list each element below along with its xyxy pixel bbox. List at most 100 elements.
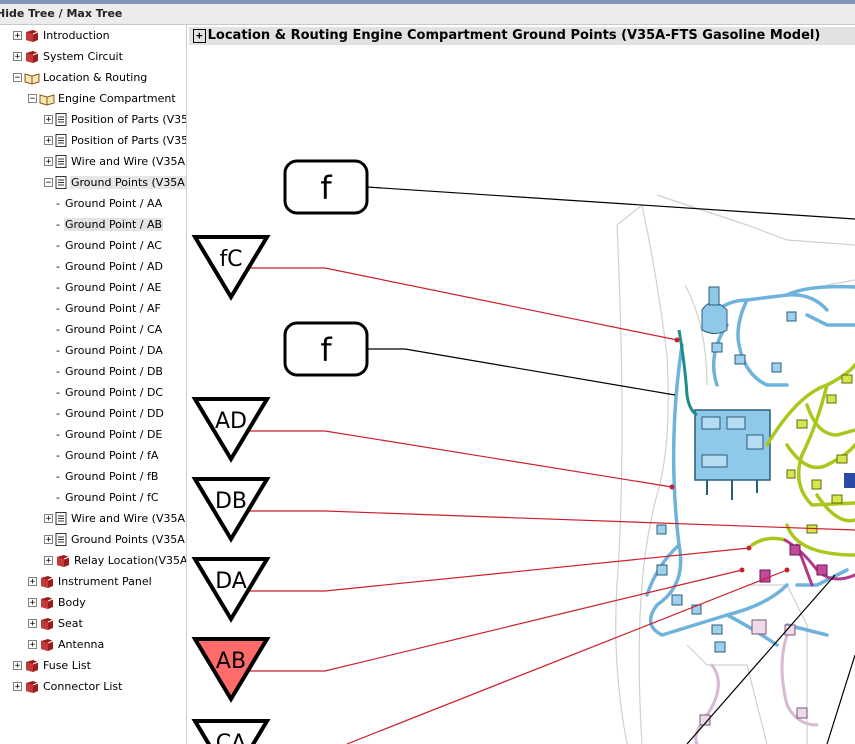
collapse-icon[interactable]: −	[44, 178, 53, 188]
tree-dash: -	[56, 491, 60, 504]
expand-icon[interactable]: +	[44, 535, 53, 545]
label-text: f	[320, 331, 332, 369]
tree-item-antenna[interactable]: + Antenna	[28, 634, 105, 655]
label-text: AD	[215, 409, 247, 434]
expand-icon[interactable]: +	[13, 31, 22, 41]
expand-icon[interactable]: +	[44, 556, 53, 566]
book-closed-icon	[41, 596, 54, 609]
tree-item-ground-points-1[interactable]: − Ground Points (V35A	[44, 172, 186, 193]
tree-item-position-parts-2[interactable]: + Position of Parts (V35	[44, 130, 187, 151]
label-fc: fC	[191, 235, 271, 301]
tree-item-ground-point-fc[interactable]: - Ground Point / fC	[56, 487, 160, 508]
label-text: AB	[216, 649, 246, 674]
tree-toggle-bar[interactable]: Hide Tree / Max Tree	[0, 4, 855, 25]
tree-item-ground-point-dd[interactable]: - Ground Point / DD	[56, 403, 165, 424]
label-db: DB	[191, 477, 271, 543]
tree-item-ground-point-aa[interactable]: - Ground Point / AA	[56, 193, 163, 214]
tree-item-position-parts-1[interactable]: + Position of Parts (V35	[44, 109, 186, 130]
tree-item-ground-point-fb[interactable]: - Ground Point / fB	[56, 466, 159, 487]
book-open-icon	[39, 93, 55, 106]
book-closed-icon	[26, 50, 39, 63]
tree-item-introduction[interactable]: + Introduction	[13, 25, 111, 46]
tree-dash: -	[56, 281, 60, 294]
tree-item-ground-point-ac[interactable]: - Ground Point / AC	[56, 235, 163, 256]
tree-item-engine-compartment[interactable]: − Engine Compartment	[28, 88, 177, 109]
label-text: DA	[215, 569, 247, 594]
label-ca: CA	[191, 719, 271, 744]
tree-item-fuse-list[interactable]: + Fuse List	[13, 655, 92, 676]
document-icon	[55, 134, 67, 147]
document-icon	[55, 533, 67, 546]
junction-box	[694, 409, 771, 500]
tree-label: Ground Point / DE	[64, 428, 163, 441]
tree-label: Instrument Panel	[58, 575, 152, 588]
tree-item-connector-list[interactable]: + Connector List	[13, 676, 123, 697]
tree-item-location-routing[interactable]: − Location & Routing	[13, 67, 148, 88]
tree-item-ground-point-ca[interactable]: - Ground Point / CA	[56, 319, 163, 340]
tree-item-ground-point-ab[interactable]: - Ground Point / AB	[56, 214, 164, 235]
tree-item-ground-point-da[interactable]: - Ground Point / DA	[56, 340, 164, 361]
tree-dash: -	[56, 239, 60, 252]
tree-dash: -	[56, 428, 60, 441]
navigation-tree[interactable]: + Introduction + System Circuit − Locati…	[0, 25, 187, 744]
tree-dash: -	[56, 407, 60, 420]
label-text: fC	[219, 247, 242, 272]
expand-icon[interactable]: +	[44, 157, 53, 167]
tree-label: Ground Point / AF	[64, 302, 161, 315]
expand-icon[interactable]: +	[28, 598, 37, 608]
label-text: CA	[216, 731, 246, 744]
tree-label: Engine Compartment	[58, 92, 176, 105]
expand-icon[interactable]: +	[44, 115, 53, 125]
collapse-icon[interactable]: −	[13, 73, 22, 83]
tree-item-system-circuit[interactable]: + System Circuit	[13, 46, 124, 67]
tree-item-instrument-panel[interactable]: + Instrument Panel	[28, 571, 153, 592]
tree-item-ground-point-dc[interactable]: - Ground Point / DC	[56, 382, 164, 403]
tree-label: Fuse List	[43, 659, 91, 672]
engine-connectors	[786, 374, 853, 534]
expand-icon[interactable]: +	[13, 661, 22, 671]
expand-icon[interactable]: +	[28, 577, 37, 587]
expand-icon[interactable]: +	[28, 619, 37, 629]
tree-label: Ground Point / AB	[63, 218, 164, 231]
hide-max-tree-link[interactable]: Hide Tree / Max Tree	[0, 7, 122, 20]
tree-item-ground-point-de[interactable]: - Ground Point / DE	[56, 424, 163, 445]
tree-label: Ground Point / fC	[64, 491, 159, 504]
tree-label: Ground Point / DC	[64, 386, 164, 399]
collapse-icon[interactable]: −	[28, 94, 37, 104]
tree-label: Connector List	[43, 680, 123, 693]
tree-item-relay-location[interactable]: + Relay Location(V35A	[44, 550, 186, 571]
label-da: DA	[191, 557, 271, 623]
tree-item-ground-point-fa[interactable]: - Ground Point / fA	[56, 445, 159, 466]
tree-dash: -	[56, 386, 60, 399]
tree-label: Position of Parts (V35	[71, 134, 187, 147]
expand-icon[interactable]: +	[44, 136, 53, 146]
tree-item-wire-and-wire-1[interactable]: + Wire and Wire (V35A	[44, 151, 186, 172]
tree-item-seat[interactable]: + Seat	[28, 613, 84, 634]
tree-dash: -	[56, 449, 60, 462]
expand-icon[interactable]: +	[13, 52, 22, 62]
tree-label: Ground Point / DB	[64, 365, 163, 378]
tree-label: Ground Points (V35A	[71, 533, 185, 546]
tree-item-ground-point-af[interactable]: - Ground Point / AF	[56, 298, 162, 319]
tree-item-ground-points-2[interactable]: + Ground Points (V35A	[44, 529, 186, 550]
tree-dash: -	[56, 365, 60, 378]
book-closed-icon	[26, 29, 39, 42]
book-closed-icon	[41, 575, 54, 588]
tree-item-wire-and-wire-2[interactable]: + Wire and Wire (V35A	[44, 508, 186, 529]
expand-button[interactable]: +	[193, 29, 206, 43]
label-f-mid: f	[283, 321, 369, 377]
label-ad: AD	[191, 397, 271, 463]
tree-item-ground-point-ae[interactable]: - Ground Point / AE	[56, 277, 162, 298]
content-pane: f f fC AD DB DA AB CA + Location & Routi…	[187, 25, 855, 744]
expand-icon[interactable]: +	[44, 514, 53, 524]
tree-label: Seat	[58, 617, 83, 630]
tree-label: Ground Point / AD	[64, 260, 163, 273]
blue-connector	[844, 473, 855, 488]
tree-dash: -	[56, 344, 60, 357]
tree-item-body[interactable]: + Body	[28, 592, 87, 613]
expand-icon[interactable]: +	[28, 640, 37, 650]
expand-icon[interactable]: +	[13, 682, 22, 692]
top-component	[701, 286, 728, 334]
tree-item-ground-point-ad[interactable]: - Ground Point / AD	[56, 256, 164, 277]
tree-item-ground-point-db[interactable]: - Ground Point / DB	[56, 361, 164, 382]
